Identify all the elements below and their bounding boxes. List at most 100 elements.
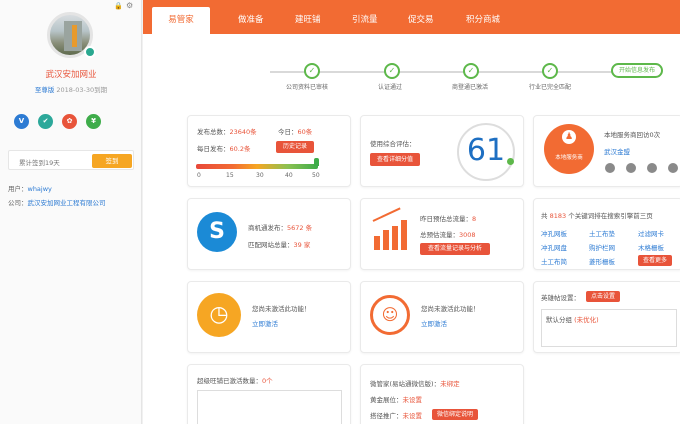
- publish-total-value: 23640条: [229, 128, 257, 136]
- keyword-link[interactable]: 土工布垫: [589, 228, 615, 238]
- wangpu-textarea[interactable]: [197, 390, 342, 424]
- weiguanjia-value-3: 未设置: [402, 412, 423, 420]
- company-value[interactable]: 武汉安加网业工程有限公司: [28, 199, 106, 207]
- weiguanjia-label-3: 搭径推广：: [370, 412, 403, 420]
- wangpu-row: 超级旺铺已激活数量：0个: [197, 375, 273, 385]
- publish-total-label: 发布总数：: [197, 128, 230, 136]
- settings-group-name: 默认分组: [546, 316, 572, 324]
- activate-text-2: 您尚未激活此功能！: [421, 305, 480, 313]
- keywords-prefix: 共: [541, 212, 548, 220]
- flower-badge-icon[interactable]: ✿: [62, 114, 77, 129]
- keyword-link[interactable]: 木格栅板: [638, 242, 664, 252]
- view-more-button[interactable]: 查看更多: [638, 255, 672, 266]
- daily-row: 每日发布：60.2条: [197, 143, 250, 153]
- step-2-label: 认证通过: [378, 84, 403, 91]
- start-publish-step[interactable]: 开始信息发布: [611, 63, 663, 78]
- membership-level[interactable]: 至尊版: [35, 86, 55, 94]
- keyword-link[interactable]: 土工布简: [541, 256, 567, 266]
- step-4-label: 行业已完全匹配: [529, 84, 572, 91]
- traffic-label-2: 总预估流量：: [420, 231, 459, 239]
- expire-date: 2018-03-30到期: [56, 86, 108, 94]
- activate-text-1: 您尚未激活此功能！: [252, 305, 311, 313]
- tab-yinliuliang[interactable]: 引流量: [352, 13, 378, 25]
- weiguanjia-label-2: 黄金展位：: [370, 396, 403, 404]
- home-icon[interactable]: [647, 163, 657, 173]
- traffic-row-2: 总预估流量：3008: [420, 229, 476, 239]
- service-provider-link[interactable]: 武汉金盟: [604, 146, 630, 156]
- lock-icon[interactable]: 🔒: [114, 2, 123, 10]
- traffic-analysis-button[interactable]: 查看流量记录与分析: [420, 243, 490, 255]
- wechat-bind-button[interactable]: 微信绑定说明: [432, 409, 478, 420]
- weiguanjia-label-1: 微管家(易站通微信版)：: [370, 380, 441, 388]
- vip-badge-icon[interactable]: V: [14, 114, 29, 129]
- shield-check-icon[interactable]: ✔: [38, 114, 53, 129]
- step-2-check-icon: ✓: [384, 63, 400, 79]
- weiguanjia-value-2: 未设置: [402, 396, 423, 404]
- scale-tick-40: 40: [285, 172, 293, 179]
- weiguanjia-row-1: 微管家(易站通微信版)：未绑定: [370, 378, 460, 388]
- activate-link-2[interactable]: 立即激活: [421, 318, 447, 328]
- company-row: 公司：武汉安加网业工程有限公司: [8, 197, 106, 207]
- signin-box: 累计签到19天 签到: [8, 150, 134, 170]
- evaluation-label: 使用综合评估：: [370, 140, 416, 148]
- verified-badge-icon: [84, 46, 96, 58]
- today-label: 今日：: [278, 128, 298, 136]
- step-4-check-icon: ✓: [542, 63, 558, 79]
- user-label: 用户：: [8, 185, 28, 193]
- keyword-link[interactable]: 菱形栅板: [589, 256, 615, 266]
- history-button[interactable]: 历史记录: [276, 141, 314, 153]
- company-name[interactable]: 武汉安加网业: [0, 68, 142, 80]
- weiguanjia-row-3: 搭径推广：未设置: [370, 410, 422, 420]
- chat-bubble-icon: ☺: [370, 295, 410, 335]
- traffic-label-1: 昨日预估总流量：: [420, 215, 472, 223]
- gear-icon[interactable]: ⚙: [126, 1, 133, 10]
- evaluation-score: 61: [457, 123, 515, 181]
- business-row-2: 匹配网站总量：39 家: [248, 239, 310, 249]
- keyword-link[interactable]: 冲孔网盘: [541, 242, 567, 252]
- tab-jianwangpu[interactable]: 建旺铺: [295, 13, 321, 25]
- settings-label: 英雄帖设置：: [541, 294, 580, 302]
- local-service-badge-text: 本地服务商: [555, 155, 583, 161]
- daily-value: 60.2条: [229, 145, 251, 153]
- sidebar: 🔒 ⚙ 武汉安加网业 至尊版 2018-03-30到期 V ✔ ✿ ¥ 累计签到…: [0, 0, 142, 424]
- user-value[interactable]: whajwy: [28, 185, 52, 193]
- progress-marker-icon: [314, 158, 319, 166]
- clock-icon[interactable]: [668, 163, 678, 173]
- tab-cujiaoyi[interactable]: 促交易: [408, 13, 434, 25]
- keyword-link[interactable]: 购护栏网: [589, 242, 615, 252]
- keyword-link[interactable]: 冲孔网板: [541, 228, 567, 238]
- badge-row: V ✔ ✿ ¥: [14, 114, 101, 129]
- tab-jifenshangcheng[interactable]: 积分商城: [466, 13, 500, 25]
- weiguanjia-value-1: 未绑定: [440, 380, 460, 388]
- phone-icon[interactable]: [605, 163, 615, 173]
- keyword-link[interactable]: 过滤网卡: [638, 228, 664, 238]
- user-row: 用户：whajwy: [8, 183, 52, 193]
- business-value-2: 39 家: [293, 241, 311, 249]
- wangpu-label: 超级旺铺已激活数量：: [197, 377, 262, 385]
- business-label-2: 匹配网站总量：: [248, 241, 294, 249]
- traffic-row-1: 昨日预估总流量：8: [420, 213, 476, 223]
- qq-icon[interactable]: [626, 163, 636, 173]
- business-value-1: 5672 条: [287, 224, 313, 232]
- scale-tick-15: 15: [226, 172, 234, 179]
- weiguanjia-row-2: 黄金展位：未设置: [370, 394, 422, 404]
- settings-group-status: (未优化): [574, 316, 599, 324]
- step-1-label: 公司资料已审核: [286, 84, 329, 91]
- today-value: 60条: [297, 128, 313, 136]
- traffic-value-2: 3008: [459, 231, 476, 239]
- activate-link-1[interactable]: 立即激活: [252, 318, 278, 328]
- step-1-check-icon: ✓: [304, 63, 320, 79]
- yuan-badge-icon[interactable]: ¥: [86, 114, 101, 129]
- score-indicator-icon: [507, 158, 514, 165]
- scale-tick-30: 30: [256, 172, 264, 179]
- today-row: 今日：60条: [278, 126, 312, 136]
- business-label-1: 商机通发布：: [248, 224, 287, 232]
- scale-tick-0: 0: [197, 172, 201, 179]
- tab-zuozhunbei[interactable]: 做准备: [238, 13, 264, 25]
- view-score-button[interactable]: 查看详细分值: [370, 153, 420, 166]
- tab-yiguanjia[interactable]: 易管家: [152, 7, 210, 34]
- click-settings-button[interactable]: 点击设置: [586, 291, 620, 302]
- wangpu-count: 0个: [262, 377, 273, 385]
- business-logo-icon: S: [197, 212, 237, 252]
- signin-button[interactable]: 签到: [92, 154, 132, 168]
